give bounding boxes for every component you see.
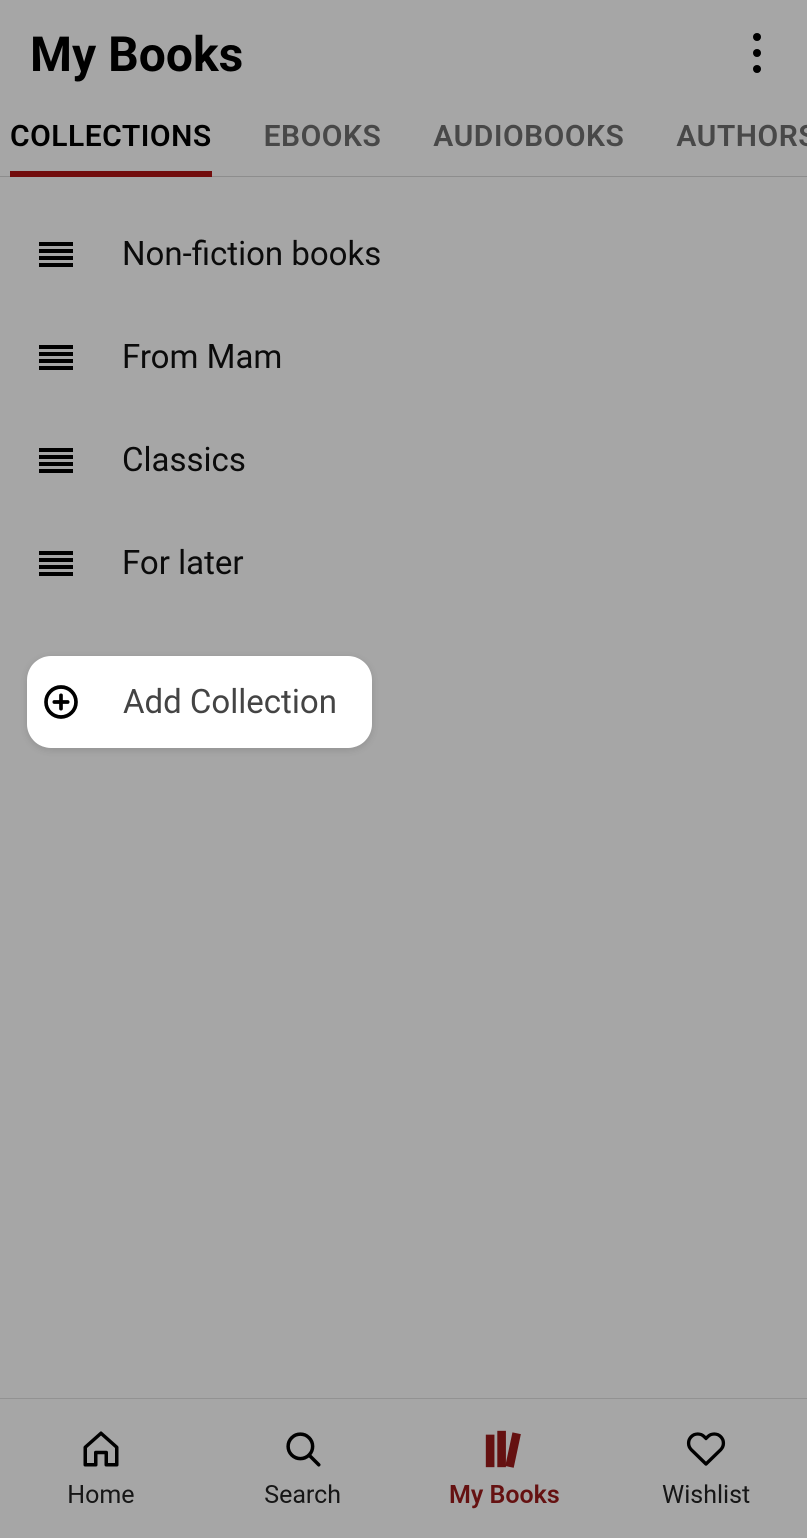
- heart-icon: [684, 1427, 728, 1471]
- nav-label: Home: [67, 1481, 134, 1510]
- list-icon: [38, 443, 74, 479]
- bottom-nav: Home Search My Books Wishlist: [0, 1398, 807, 1538]
- nav-label: Search: [264, 1481, 341, 1510]
- nav-home[interactable]: Home: [0, 1399, 202, 1538]
- list-icon: [38, 237, 74, 273]
- app-screen: My Books COLLECTIONS EBOOKS AUDIOBOOKS A…: [0, 0, 807, 1538]
- collection-row[interactable]: Non-fiction books: [0, 203, 807, 306]
- tab-authors[interactable]: AUTHORS: [676, 105, 807, 176]
- list-icon: [38, 340, 74, 376]
- collection-label: Classics: [122, 441, 246, 480]
- search-icon: [281, 1427, 325, 1471]
- add-collection-button[interactable]: Add Collection: [27, 656, 372, 748]
- list-icon: [38, 546, 74, 582]
- header: My Books: [0, 0, 807, 105]
- tab-label: EBOOKS: [264, 119, 382, 154]
- collection-row[interactable]: For later: [0, 512, 807, 615]
- plus-circle-icon: [39, 680, 83, 724]
- add-collection-label: Add Collection: [123, 683, 337, 722]
- nav-my-books[interactable]: My Books: [404, 1399, 606, 1538]
- collection-label: From Mam: [122, 338, 282, 377]
- collection-label: Non-fiction books: [122, 235, 381, 274]
- tab-collections[interactable]: COLLECTIONS: [10, 105, 212, 176]
- tab-label: AUTHORS: [676, 119, 807, 154]
- tab-label: AUDIOBOOKS: [433, 119, 624, 154]
- tab-ebooks[interactable]: EBOOKS: [264, 105, 382, 176]
- tab-label: COLLECTIONS: [10, 119, 212, 154]
- more-options-button[interactable]: [737, 27, 777, 83]
- collection-row[interactable]: Classics: [0, 409, 807, 512]
- nav-label: Wishlist: [662, 1481, 750, 1510]
- collection-row[interactable]: From Mam: [0, 306, 807, 409]
- collection-label: For later: [122, 544, 244, 583]
- home-icon: [79, 1427, 123, 1471]
- tab-audiobooks[interactable]: AUDIOBOOKS: [433, 105, 624, 176]
- books-icon: [482, 1427, 526, 1471]
- more-vertical-icon: [752, 32, 762, 78]
- nav-wishlist[interactable]: Wishlist: [605, 1399, 807, 1538]
- nav-search[interactable]: Search: [202, 1399, 404, 1538]
- page-title: My Books: [30, 26, 243, 83]
- tab-bar: COLLECTIONS EBOOKS AUDIOBOOKS AUTHORS: [0, 105, 807, 177]
- collections-list: Non-fiction books From Mam Classics For …: [0, 177, 807, 1398]
- nav-label: My Books: [449, 1481, 560, 1510]
